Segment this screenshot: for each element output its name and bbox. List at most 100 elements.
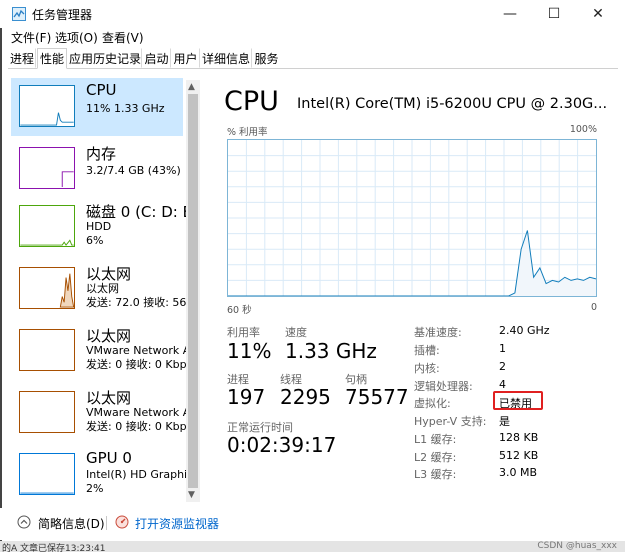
speed-label: 速度 (285, 326, 307, 339)
page-title: CPU (224, 86, 279, 117)
sidebar-gpu-name: GPU 0 (86, 449, 132, 467)
sidebar-item-disk[interactable]: 磁盘 0 (C: D: E: HDD 6% (11, 198, 186, 256)
highlight-box (493, 391, 543, 410)
sidebar-disk-name: 磁盘 0 (C: D: E: (86, 203, 186, 221)
tab-strip: 进程 性能 应用历史记录 启动 用户 详细信息 服务 (8, 48, 618, 69)
tab-app-history[interactable]: 应用历史记录 (68, 48, 142, 68)
sidebar-cpu-name: CPU (86, 81, 117, 99)
graph-y-max: 100% (569, 124, 597, 135)
utilization-label: 利用率 (227, 326, 260, 339)
scrollbar-thumb[interactable] (188, 94, 198, 488)
ethernet-mini-graph (19, 391, 75, 433)
spec-label: 虚拟化: (414, 397, 451, 410)
spec-label: L1 缓存: (414, 433, 457, 446)
sidebar-disk-usage: 6% (86, 234, 104, 247)
spec-label: L2 缓存: (414, 451, 457, 464)
cpu-detail-panel: CPU Intel(R) Core(TM) i5-6200U CPU @ 2.3… (220, 80, 615, 500)
brief-info-link[interactable]: 简略信息(D) (38, 515, 105, 532)
background-edge (0, 0, 2, 552)
spec-value: 3.0 MB (499, 466, 538, 479)
background-status-strip: 的A 文章已保存13:23:41 CSDN @huas_xxx (0, 541, 625, 554)
cpu-model: Intel(R) Core(TM) i5-6200U CPU @ 2.30G..… (297, 96, 608, 112)
sidebar-item-memory[interactable]: 内存 3.2/7.4 GB (43%) (11, 140, 183, 198)
ethernet-mini-graph (19, 267, 75, 309)
tab-services[interactable]: 服务 (252, 48, 281, 68)
processes-value: 197 (227, 385, 266, 409)
gpu-mini-graph (19, 453, 75, 495)
background-status-text: 的A 文章已保存13:23:41 (2, 544, 106, 554)
graph-x-left: 60 秒 (227, 305, 252, 316)
sidebar-ethernet-3-traffic: 发送: 0 接收: 0 Kbp (86, 420, 186, 433)
minimize-button[interactable]: — (487, 0, 533, 28)
tab-processes[interactable]: 进程 (8, 48, 36, 68)
menu-options[interactable]: 选项(O) (55, 29, 98, 46)
sidebar-gpu-usage: 2% (86, 482, 104, 495)
sidebar-ethernet-1-adapter: 以太网 (86, 282, 119, 295)
sidebar-scrollbar[interactable]: ▲ ▼ (186, 80, 200, 502)
spec-label: Hyper-V 支持: (414, 415, 487, 428)
speed-value: 1.33 GHz (285, 339, 377, 363)
spec-label: 基准速度: (414, 326, 462, 339)
spec-value: 4 (499, 378, 506, 391)
sidebar-disk-type: HDD (86, 220, 112, 233)
cpu-mini-graph (19, 85, 75, 127)
uptime-value: 0:02:39:17 (227, 433, 337, 457)
sidebar-memory-usage: 3.2/7.4 GB (43%) (86, 164, 181, 177)
scroll-down-icon[interactable]: ▼ (188, 490, 195, 500)
tab-performance[interactable]: 性能 (37, 48, 67, 69)
utilization-value: 11% (227, 339, 272, 363)
menu-bar: 文件(F) 选项(O) 查看(V) (0, 28, 625, 46)
footer-divider (106, 516, 107, 530)
spec-value: 128 KB (499, 431, 539, 444)
sidebar-ethernet-2-adapter: VMware Network A (86, 344, 186, 357)
sidebar-ethernet-2-name: 以太网 (86, 327, 132, 345)
sidebar-item-ethernet-2[interactable]: 以太网 VMware Network A 发送: 0 接收: 0 Kbp (11, 322, 186, 380)
spec-value: 1 (499, 342, 506, 355)
spec-value: 512 KB (499, 449, 539, 462)
memory-mini-graph (19, 147, 75, 189)
tab-startup[interactable]: 启动 (142, 48, 171, 68)
sidebar-item-cpu[interactable]: CPU 11% 1.33 GHz (11, 78, 183, 136)
sidebar-ethernet-1-traffic: 发送: 72.0 接收: 56. (86, 296, 186, 309)
task-manager-window: 任务管理器 — ☐ ✕ 文件(F) 选项(O) 查看(V) 进程 性能 应用历史… (0, 0, 625, 554)
spec-label: 逻辑处理器: (414, 380, 473, 393)
resource-monitor-icon (115, 515, 129, 529)
sidebar-memory-name: 内存 (86, 145, 117, 163)
spec-value: 2.40 GHz (499, 324, 550, 337)
sidebar-gpu-model: Intel(R) HD Graphic (86, 468, 186, 481)
tab-details[interactable]: 详细信息 (200, 48, 252, 68)
sidebar-item-gpu[interactable]: GPU 0 Intel(R) HD Graphic 2% (11, 446, 186, 504)
sidebar-ethernet-1-name: 以太网 (86, 265, 132, 283)
sidebar-item-ethernet-3[interactable]: 以太网 VMware Network A 发送: 0 接收: 0 Kbp (11, 384, 186, 442)
sidebar-cpu-usage: 11% 1.33 GHz (86, 102, 165, 115)
menu-file[interactable]: 文件(F) (11, 29, 51, 46)
close-button[interactable]: ✕ (575, 0, 621, 28)
task-manager-icon (12, 7, 26, 21)
spec-label: 插槽: (414, 344, 440, 357)
cpu-utilization-graph (227, 139, 597, 297)
sidebar-ethernet-3-adapter: VMware Network A (86, 406, 186, 419)
scroll-up-icon[interactable]: ▲ (188, 82, 195, 92)
title-bar: 任务管理器 — ☐ ✕ (0, 0, 625, 28)
disk-mini-graph (19, 205, 75, 247)
graph-x-right: 0 (590, 302, 597, 313)
graph-y-label: % 利用率 (227, 127, 268, 138)
ethernet-mini-graph (19, 329, 75, 371)
resource-sidebar: CPU 11% 1.33 GHz 内存 3.2/7.4 GB (43%) 磁盘 … (8, 74, 202, 504)
spec-label: L3 缓存: (414, 468, 457, 481)
spec-label: 内核: (414, 362, 440, 375)
sidebar-ethernet-2-traffic: 发送: 0 接收: 0 Kbp (86, 358, 186, 371)
menu-view[interactable]: 查看(V) (102, 29, 144, 46)
spec-value: 是 (499, 415, 510, 428)
tab-users[interactable]: 用户 (171, 48, 200, 68)
watermark: CSDN @huas_xxx (537, 541, 617, 551)
spec-value: 2 (499, 360, 506, 373)
collapse-icon[interactable] (17, 515, 31, 529)
open-resource-monitor-link[interactable]: 打开资源监视器 (135, 515, 219, 532)
footer-bar: 简略信息(D) 打开资源监视器 (0, 508, 625, 540)
threads-value: 2295 (280, 385, 331, 409)
sidebar-ethernet-3-name: 以太网 (86, 389, 132, 407)
window-title: 任务管理器 (32, 8, 93, 22)
sidebar-item-ethernet-1[interactable]: 以太网 以太网 发送: 72.0 接收: 56. (11, 260, 186, 318)
maximize-button[interactable]: ☐ (531, 0, 577, 28)
